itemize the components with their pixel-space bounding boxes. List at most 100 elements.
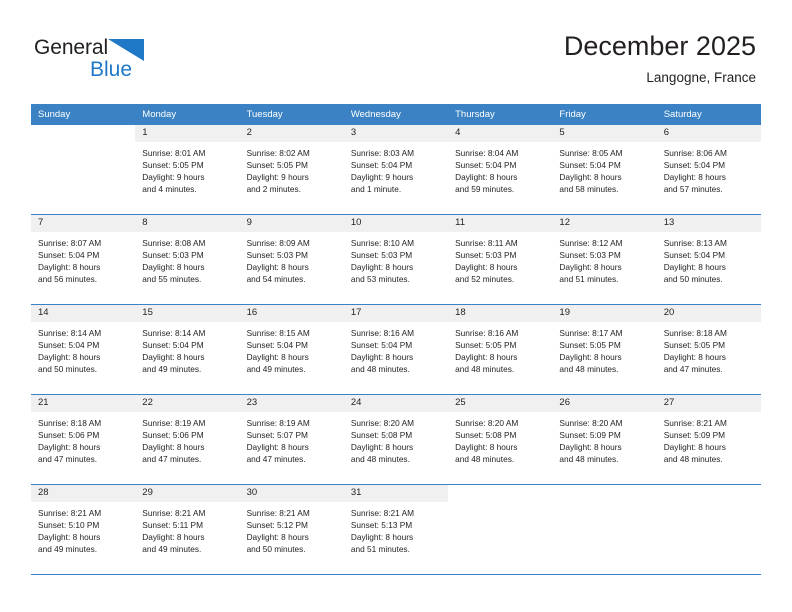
day-detail-line: Sunrise: 8:08 AM [142,238,206,248]
weekday-header-monday: Monday [135,104,240,125]
day-cell-29[interactable]: 29 Sunrise: 8:21 AM Sunset: 5:11 PM Dayligh… [135,484,240,575]
day-number: 3 [343,125,449,142]
day-detail-line: Sunset: 5:12 PM [246,520,308,531]
day-number: 29 [135,485,240,502]
day-number: 28 [31,485,136,502]
day-number [656,485,761,502]
day-cell-15[interactable]: 15 Sunrise: 8:14 AM Sunset: 5:04 PM Dayligh… [135,304,240,395]
page-title: December 2025 [563,31,756,61]
logo-text-blue: Blue [90,58,133,81]
day-detail-line: Sunrise: 8:16 AM [350,328,415,338]
day-cell-10[interactable]: 10 Sunrise: 8:10 AM Sunset: 5:03 PM Dayligh… [343,214,449,305]
day-cell-20[interactable]: 20 Sunrise: 8:18 AM Sunset: 5:05 PM Dayligh… [656,304,761,395]
day-number [31,125,136,142]
day-detail-line: Daylight: 8 hours [455,352,518,363]
day-detail-text [448,502,552,507]
day-detail-line: Daylight: 8 hours [246,262,309,273]
day-number: 22 [135,395,240,412]
day-detail-text: Sunrise: 8:21 AM Sunset: 5:10 PM Daylight:… [31,502,135,555]
day-cell-22[interactable]: 22 Sunrise: 8:19 AM Sunset: 5:06 PM Dayligh… [135,394,240,485]
day-cell-17[interactable]: 17 Sunrise: 8:16 AM Sunset: 5:04 PM Dayligh… [343,304,449,395]
day-cell-21[interactable]: 21 Sunrise: 8:18 AM Sunset: 5:06 PM Dayligh… [31,394,136,485]
day-detail-line: Sunset: 5:04 PM [38,340,100,351]
day-detail-text: Sunrise: 8:20 AM Sunset: 5:08 PM Daylight:… [448,412,552,465]
day-cell-12[interactable]: 12 Sunrise: 8:12 AM Sunset: 5:03 PM Dayligh… [552,214,657,305]
day-detail-line: Sunrise: 8:01 AM [142,148,206,158]
day-detail-line: Daylight: 8 hours [142,352,205,363]
day-detail-text: Sunrise: 8:21 AM Sunset: 5:11 PM Daylight:… [135,502,239,555]
day-detail-line: and 58 minutes. [559,184,619,195]
day-detail-line: Daylight: 9 hours [142,172,205,183]
day-detail-line: Daylight: 8 hours [559,442,622,453]
day-number: 14 [31,305,136,322]
day-detail-line: Sunset: 5:03 PM [455,250,517,261]
day-detail-line: and 47 minutes. [142,454,202,465]
day-cell-23[interactable]: 23 Sunrise: 8:19 AM Sunset: 5:07 PM Dayligh… [239,394,344,485]
day-detail-line: Daylight: 9 hours [350,172,414,183]
day-detail-line: Daylight: 9 hours [246,172,309,183]
day-detail-line: Daylight: 8 hours [455,442,518,453]
day-detail-line: Sunset: 5:03 PM [246,250,308,261]
day-detail-text: Sunrise: 8:21 AM Sunset: 5:09 PM Daylight:… [657,412,761,465]
day-cell-5[interactable]: 5 Sunrise: 8:05 AM Sunset: 5:04 PM Daylight… [552,125,657,215]
day-detail-line: Sunrise: 8:03 AM [350,148,415,158]
day-cell-1[interactable]: 1 Sunrise: 8:01 AM Sunset: 5:05 PM Daylight… [135,125,240,215]
day-detail-text: Sunrise: 8:01 AM Sunset: 5:05 PM Daylight:… [135,142,239,195]
day-number: 23 [239,395,344,412]
day-detail-line: Daylight: 8 hours [142,262,205,273]
day-cell-25[interactable]: 25 Sunrise: 8:20 AM Sunset: 5:08 PM Dayligh… [448,394,553,485]
day-detail-line: Sunset: 5:04 PM [663,250,726,261]
day-cell-7[interactable]: 7 Sunrise: 8:07 AM Sunset: 5:04 PM Daylight… [31,214,136,305]
day-detail-text: Sunrise: 8:14 AM Sunset: 5:04 PM Daylight:… [31,322,135,375]
weekday-header-friday: Friday [552,104,657,125]
day-cell-27[interactable]: 27 Sunrise: 8:21 AM Sunset: 5:09 PM Dayligh… [656,394,761,485]
day-cell-26[interactable]: 26 Sunrise: 8:20 AM Sunset: 5:09 PM Dayligh… [552,394,657,485]
day-detail-line: Sunrise: 8:21 AM [142,508,206,518]
day-detail-text: Sunrise: 8:08 AM Sunset: 5:03 PM Daylight:… [135,232,239,285]
day-detail-line: Sunrise: 8:21 AM [663,418,727,428]
day-detail-line: Sunrise: 8:02 AM [246,148,310,158]
day-detail-text: Sunrise: 8:03 AM Sunset: 5:04 PM Daylight:… [344,142,448,195]
day-cell-14[interactable]: 14 Sunrise: 8:14 AM Sunset: 5:04 PM Dayligh… [31,304,136,395]
calendar-week-row: 7 Sunrise: 8:07 AM Sunset: 5:04 PM Daylight… [31,214,761,305]
day-cell-8[interactable]: 8 Sunrise: 8:08 AM Sunset: 5:03 PM Daylight… [135,214,240,305]
day-detail-line: and 55 minutes. [142,274,202,285]
day-number: 12 [552,215,657,232]
day-cell-13[interactable]: 13 Sunrise: 8:13 AM Sunset: 5:04 PM Dayligh… [656,214,761,305]
day-detail-line: Daylight: 8 hours [559,172,622,183]
day-detail-line: and 48 minutes. [455,364,515,375]
day-detail-line: Daylight: 8 hours [559,262,622,273]
day-cell-3[interactable]: 3 Sunrise: 8:03 AM Sunset: 5:04 PM Daylight… [343,125,449,215]
day-detail-text: Sunrise: 8:12 AM Sunset: 5:03 PM Daylight:… [552,232,656,285]
day-detail-line: and 56 minutes. [38,274,98,285]
day-detail-line: and 49 minutes. [142,544,202,555]
day-number: 30 [239,485,344,502]
day-detail-line: Sunset: 5:13 PM [350,520,413,531]
day-cell-11[interactable]: 11 Sunrise: 8:11 AM Sunset: 5:03 PM Dayligh… [448,214,553,305]
day-cell-24[interactable]: 24 Sunrise: 8:20 AM Sunset: 5:08 PM Dayligh… [343,394,449,485]
day-detail-line: Sunrise: 8:21 AM [246,508,310,518]
day-detail-line: Sunrise: 8:05 AM [559,148,623,158]
day-detail-line: and 48 minutes. [559,364,619,375]
day-detail-text: Sunrise: 8:14 AM Sunset: 5:04 PM Daylight:… [135,322,239,375]
day-cell-6[interactable]: 6 Sunrise: 8:06 AM Sunset: 5:04 PM Daylight… [656,125,761,215]
day-detail-line: Sunrise: 8:20 AM [350,418,415,428]
day-cell-9[interactable]: 9 Sunrise: 8:09 AM Sunset: 5:03 PM Daylight… [239,214,344,305]
day-cell-31[interactable]: 31 Sunrise: 8:21 AM Sunset: 5:13 PM Dayligh… [343,484,449,575]
day-number: 9 [239,215,344,232]
day-cell-2[interactable]: 2 Sunrise: 8:02 AM Sunset: 5:05 PM Daylight… [239,125,344,215]
day-cell-19[interactable]: 19 Sunrise: 8:17 AM Sunset: 5:05 PM Dayligh… [552,304,657,395]
day-cell-30[interactable]: 30 Sunrise: 8:21 AM Sunset: 5:12 PM Dayligh… [239,484,344,575]
day-cell-16[interactable]: 16 Sunrise: 8:15 AM Sunset: 5:04 PM Dayligh… [239,304,344,395]
day-detail-line: Daylight: 8 hours [38,532,101,543]
day-detail-text: Sunrise: 8:11 AM Sunset: 5:03 PM Daylight:… [448,232,552,285]
day-detail-line: Sunrise: 8:21 AM [350,508,415,518]
day-detail-line: and 51 minutes. [350,544,410,555]
day-cell-18[interactable]: 18 Sunrise: 8:16 AM Sunset: 5:05 PM Dayligh… [448,304,553,395]
day-number: 21 [31,395,136,412]
day-cell-4[interactable]: 4 Sunrise: 8:04 AM Sunset: 5:04 PM Daylight… [448,125,553,215]
day-detail-line: and 50 minutes. [38,364,98,375]
calendar-week-row: 21 Sunrise: 8:18 AM Sunset: 5:06 PM Dayligh… [31,394,761,485]
day-detail-line: Daylight: 8 hours [663,172,726,183]
day-cell-28[interactable]: 28 Sunrise: 8:21 AM Sunset: 5:10 PM Dayligh… [31,484,136,575]
